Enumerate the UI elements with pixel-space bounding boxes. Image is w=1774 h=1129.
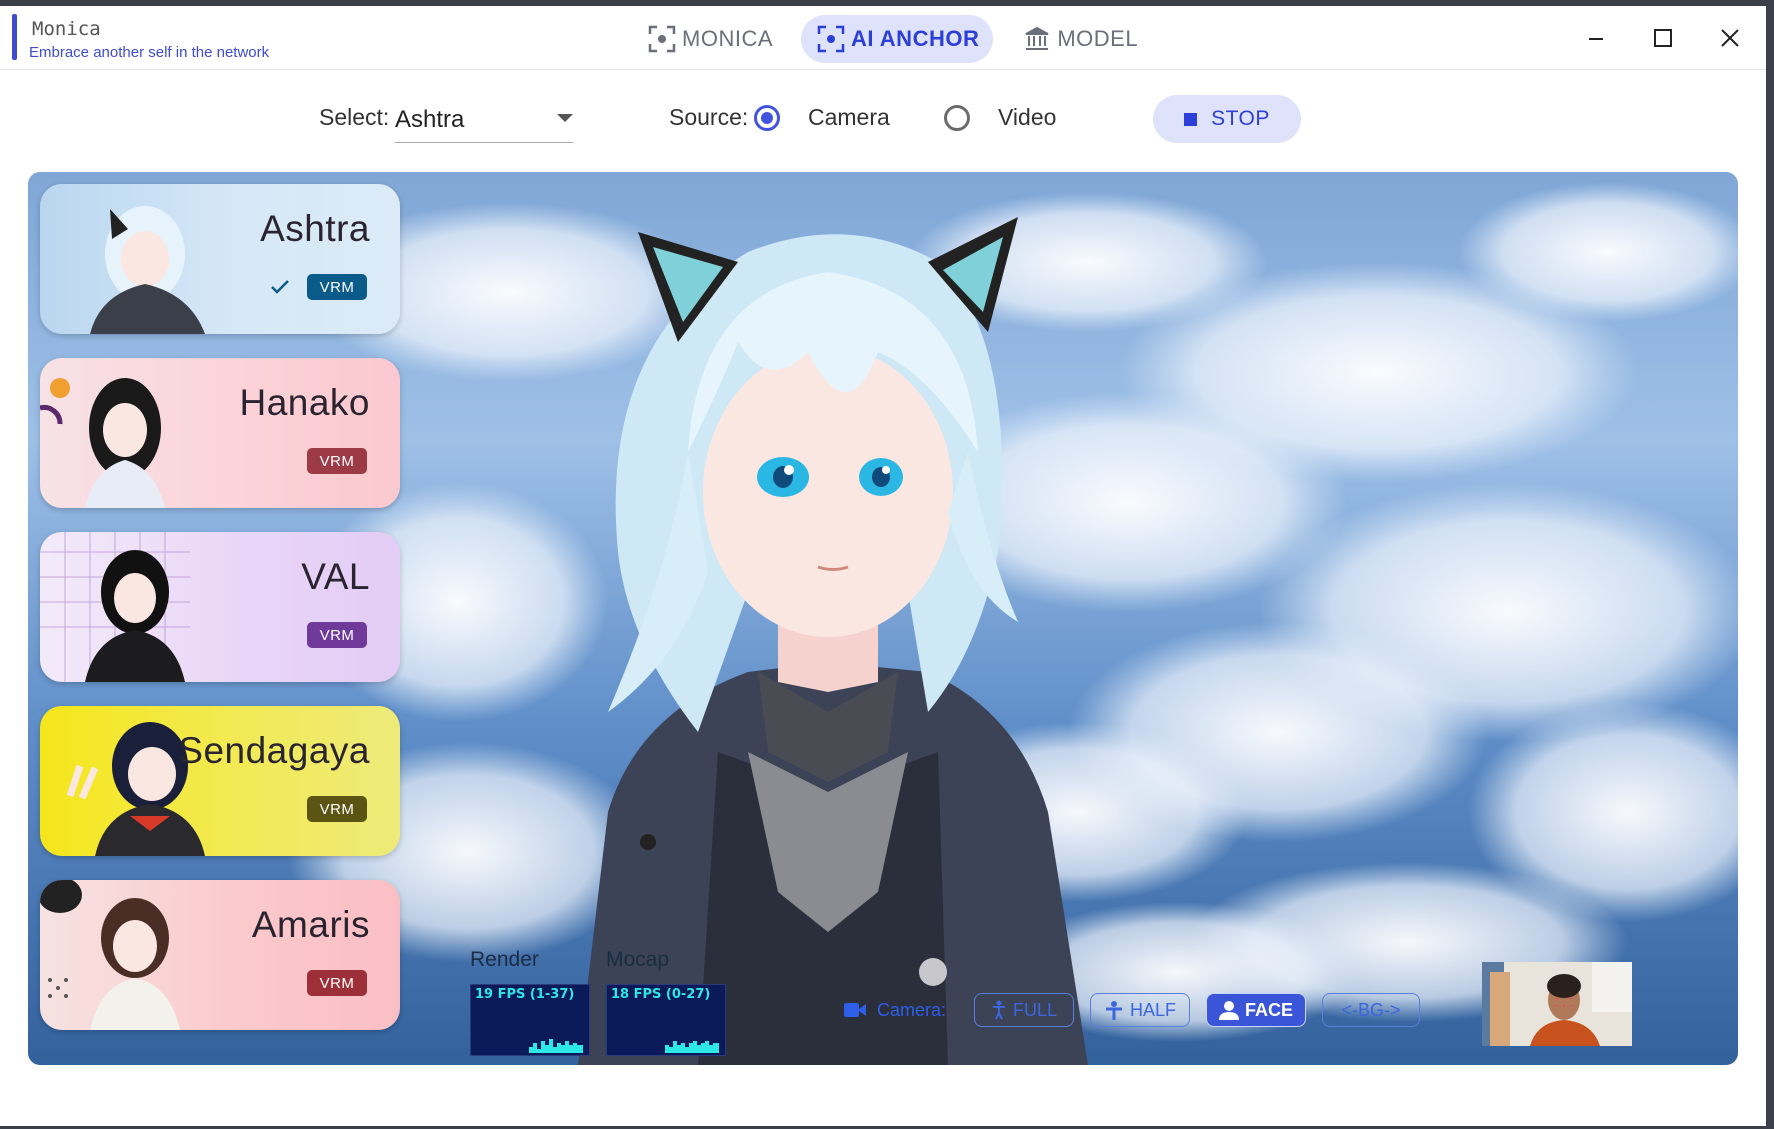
focus-frame-icon xyxy=(648,25,676,53)
check-icon xyxy=(271,280,289,294)
dropdown-arrow-icon xyxy=(557,114,573,122)
model-thumbnail xyxy=(90,206,205,334)
bank-icon xyxy=(1025,26,1049,50)
render-fps-panel: 19 FPS (1-37) xyxy=(470,984,590,1056)
source-label: Source: xyxy=(669,104,749,130)
minimize-icon xyxy=(1589,38,1603,40)
half-person-icon xyxy=(1106,1001,1123,1020)
close-icon xyxy=(1721,29,1739,47)
source-video-radio[interactable] xyxy=(944,105,970,131)
tab-monica[interactable]: MONICA xyxy=(632,15,787,63)
model-card-ashtra[interactable]: Ashtra VRM xyxy=(40,184,400,334)
camera-full-button[interactable]: FULL xyxy=(974,993,1075,1027)
app-window: Monica Embrace another self in the netwo… xyxy=(0,6,1766,1126)
model-select[interactable]: Ashtra xyxy=(395,98,573,143)
format-badge: VRM xyxy=(307,970,367,996)
maximize-button[interactable] xyxy=(1643,18,1683,58)
mocap-fps-graph xyxy=(665,1041,719,1053)
model-name: Sendagaya xyxy=(178,730,370,771)
model-select-value: Ashtra xyxy=(395,106,465,133)
main-nav: MONICA AI ANCHOR MODEL xyxy=(632,14,1152,64)
source-camera-label[interactable]: Camera xyxy=(808,104,890,131)
stop-icon xyxy=(1184,112,1198,126)
source-video-label[interactable]: Video xyxy=(998,104,1056,131)
model-thumbnail xyxy=(40,378,165,508)
camera-view-controls: Camera: FULL HALF FACE <-BG-> xyxy=(843,990,1421,1030)
model-card-val[interactable]: VAL VRM xyxy=(40,532,400,682)
mocap-fps-text: 18 FPS (0-27) xyxy=(611,987,711,1002)
camera-face-label: FACE xyxy=(1245,999,1294,1020)
app-tagline: Embrace another self in the network xyxy=(29,44,270,61)
camera-face-button[interactable]: FACE xyxy=(1206,993,1307,1027)
model-name: VAL xyxy=(301,556,370,597)
camera-view-label-text: Camera: xyxy=(877,999,947,1020)
format-badge: VRM xyxy=(307,622,367,648)
tab-model-label: MODEL xyxy=(1057,26,1139,51)
app-name: Monica xyxy=(32,18,101,40)
format-badge: VRM xyxy=(307,796,367,822)
camera-bg-label: <-BG-> xyxy=(1341,999,1401,1020)
focus-frame-icon xyxy=(817,25,845,53)
video-camera-icon xyxy=(844,1003,866,1017)
select-label: Select: xyxy=(319,104,390,130)
model-card-amaris[interactable]: Amaris VRM xyxy=(40,880,400,1030)
model-card-hanako[interactable]: Hanako VRM xyxy=(40,358,400,508)
avatar-render xyxy=(578,217,1088,1065)
model-thumbnail xyxy=(40,532,190,682)
camera-half-label: HALF xyxy=(1130,999,1177,1020)
model-name: Hanako xyxy=(239,382,370,423)
render-fps-text: 19 FPS (1-37) xyxy=(475,987,575,1002)
model-name: Ashtra xyxy=(260,208,370,249)
camera-half-button[interactable]: HALF xyxy=(1090,993,1191,1027)
tab-monica-label: MONICA xyxy=(682,26,773,51)
render-stage[interactable]: Ashtra VRM Hanako VRM VAL VRM Sendagaya … xyxy=(28,172,1738,1065)
tab-ai-anchor-label: AI ANCHOR xyxy=(851,26,980,51)
model-thumbnail xyxy=(40,880,180,1030)
model-card-sendagaya[interactable]: Sendagaya VRM xyxy=(40,706,400,856)
minimize-button[interactable] xyxy=(1576,18,1616,58)
model-thumbnail xyxy=(66,722,205,856)
format-badge: VRM xyxy=(307,274,367,300)
stop-button-label: STOP xyxy=(1211,107,1270,130)
webcam-preview xyxy=(1482,962,1632,1046)
camera-full-label: FULL xyxy=(1013,999,1058,1020)
standing-person-icon xyxy=(993,1000,1006,1020)
tab-model[interactable]: MODEL xyxy=(1007,15,1152,63)
camera-bg-button[interactable]: <-BG-> xyxy=(1322,993,1421,1027)
format-badge: VRM xyxy=(307,448,367,474)
render-fps-graph xyxy=(529,1039,583,1053)
title-bar: Monica Embrace another self in the netwo… xyxy=(0,6,1766,70)
model-name: Amaris xyxy=(251,904,370,945)
mocap-stats-label: Mocap xyxy=(606,948,670,971)
source-camera-radio[interactable] xyxy=(754,105,780,131)
maximize-icon xyxy=(1654,29,1672,47)
mocap-fps-panel: 18 FPS (0-27) xyxy=(606,984,726,1056)
camera-view-label: Camera: xyxy=(843,1000,946,1021)
person-icon xyxy=(1219,1001,1240,1020)
stop-button[interactable]: STOP xyxy=(1153,95,1301,143)
render-stats-label: Render xyxy=(470,948,539,971)
app-accent-bar xyxy=(12,14,17,60)
toolbar: Select: Ashtra Source: Camera Video STOP xyxy=(0,70,1766,170)
close-button[interactable] xyxy=(1710,18,1750,58)
tab-ai-anchor[interactable]: AI ANCHOR xyxy=(801,15,994,63)
